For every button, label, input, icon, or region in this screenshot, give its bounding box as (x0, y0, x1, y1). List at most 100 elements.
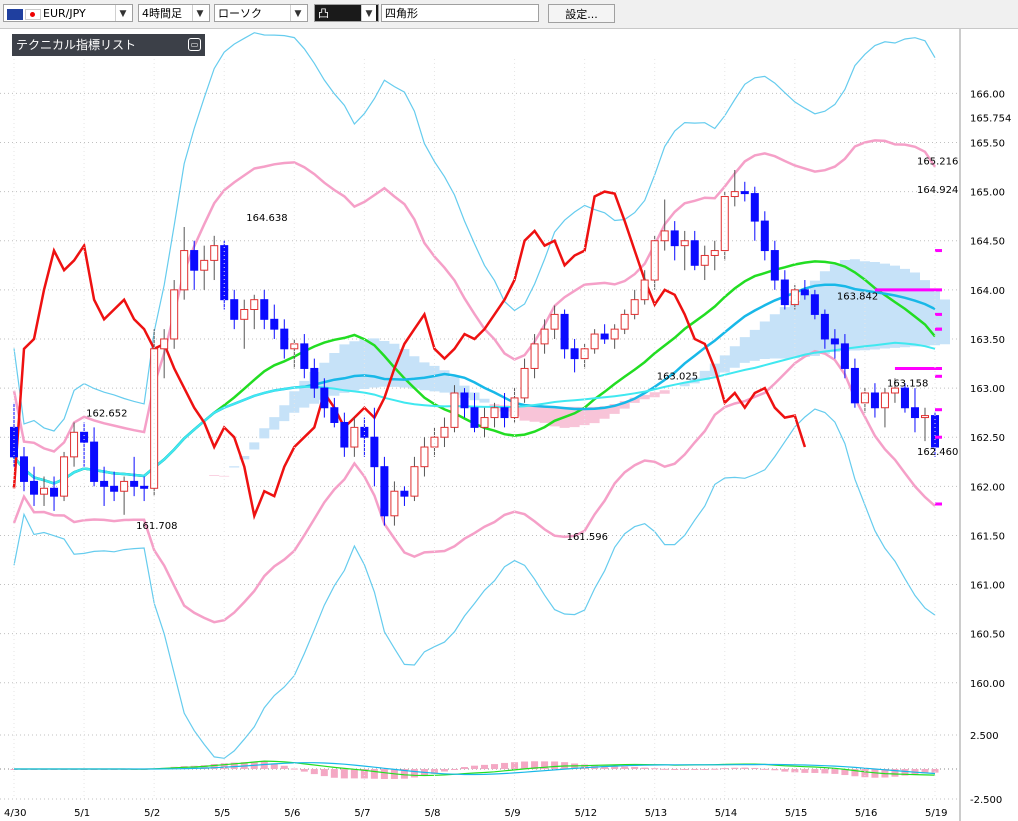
oscillator-bar (340, 769, 348, 779)
candle (610, 324, 619, 349)
candle (230, 289, 239, 330)
chevron-down-icon: ▼ (115, 5, 130, 21)
x-axis-label: 5/15 (785, 808, 807, 819)
candle (410, 456, 419, 502)
oscillator-bar (470, 765, 479, 769)
indicator-list-panel[interactable]: テクニカル指標リスト ▭ (12, 34, 205, 56)
candle-body (160, 338, 169, 350)
candle (700, 245, 709, 281)
oscillator-bar (671, 769, 679, 770)
oscillator-bar (741, 767, 749, 769)
candle (80, 422, 89, 467)
candle (880, 388, 889, 428)
candle (180, 226, 189, 300)
oscillator-bar (831, 769, 839, 774)
candle-body (410, 466, 419, 497)
candle (60, 451, 69, 502)
oscillator-bar (761, 768, 769, 770)
oscillator-bar (711, 768, 719, 770)
oscillator-bar (781, 769, 789, 772)
candle-body (100, 480, 109, 487)
candle (90, 427, 99, 487)
candle-body (820, 313, 829, 340)
candle-body (140, 485, 149, 489)
drawing-tool-label: 凸 (318, 7, 329, 20)
shape-field[interactable]: 四角形 (381, 4, 539, 22)
cloud-bearish (209, 390, 670, 477)
candle-body (130, 480, 139, 487)
price-chart[interactable]: 166.00 165.50 165.00 164.50 164.00 163.50 163.… (0, 29, 1018, 821)
candle-body (620, 313, 629, 330)
candle (140, 476, 149, 502)
candle (850, 358, 859, 408)
y-tick-label: 165.00 (970, 188, 1005, 199)
price-annotation: 161.708 (136, 521, 177, 532)
drawing-tool-select[interactable]: 凸 ▼ (314, 4, 379, 22)
candle-body (860, 392, 869, 404)
candle-body (800, 289, 809, 296)
candle (250, 294, 259, 330)
price-annotation: 163.025 (657, 372, 698, 383)
oscillator-bar (751, 767, 759, 769)
candle-body (710, 250, 719, 256)
indicator-list-label: テクニカル指標リスト (16, 38, 137, 52)
x-axis-label: 5/16 (855, 808, 877, 819)
candle-body (170, 289, 179, 340)
collapse-icon[interactable]: ▭ (188, 38, 201, 51)
candle-body (910, 407, 919, 419)
x-axis-label: 5/7 (354, 808, 370, 819)
oscillator-bar (631, 766, 639, 769)
price-annotation: 161.596 (567, 532, 608, 543)
candle-body (270, 318, 279, 330)
candle-body (380, 466, 389, 517)
candle-body (60, 456, 69, 497)
candle-body (920, 415, 929, 419)
x-axis-label: 5/14 (715, 808, 737, 819)
oscillator-bar (310, 769, 318, 775)
x-axis-label: 5/12 (575, 808, 597, 819)
candle (910, 388, 919, 433)
y-tick-label: 161.50 (970, 531, 1005, 542)
candle-body (880, 392, 889, 409)
y-tick-label: 160.50 (970, 630, 1005, 641)
candle (920, 407, 929, 442)
oscillator-bar (821, 769, 829, 774)
candle-body (680, 240, 689, 247)
oscillator-bar (811, 769, 819, 773)
x-axis-label: 5/8 (424, 808, 440, 819)
candle-body (50, 487, 59, 497)
candle-body (660, 230, 669, 242)
settings-button[interactable]: 設定... (548, 4, 615, 23)
oscillator-tick-label: 2.500 (970, 731, 999, 742)
candle-body (280, 328, 289, 350)
candle-body (580, 348, 589, 360)
chart-type-select[interactable]: ローソク ▼ (214, 4, 308, 22)
candle-body (390, 490, 399, 517)
candle-body (370, 436, 379, 468)
candle-body (450, 392, 459, 428)
candle-body (40, 487, 49, 495)
candle-body (530, 343, 539, 369)
oscillator-bar (801, 769, 809, 773)
candle (770, 240, 779, 290)
candle-body (770, 250, 779, 281)
candle-body (210, 245, 219, 261)
candle-body (230, 299, 239, 320)
candle (630, 289, 639, 320)
oscillator-bar (380, 769, 388, 779)
candle-body (290, 343, 299, 350)
oscillator-bar (681, 769, 689, 770)
symbol-select[interactable]: EUR/JPY ▼ (3, 4, 133, 22)
candle (420, 437, 429, 477)
candle (260, 289, 269, 330)
x-axis-label: 5/19 (925, 808, 947, 819)
shape-label: 四角形 (385, 7, 418, 20)
oscillator-bar (701, 769, 709, 770)
candle (400, 486, 409, 506)
timeframe-select[interactable]: 4時間足 ▼ (138, 4, 210, 22)
toolbar: EUR/JPY ▼ 4時間足 ▼ ローソク ▼ 凸 ▼ 四角形 設定... (0, 0, 1018, 29)
candle (520, 358, 529, 403)
candle-body (120, 480, 129, 492)
candle (780, 270, 789, 310)
candle (270, 304, 279, 339)
